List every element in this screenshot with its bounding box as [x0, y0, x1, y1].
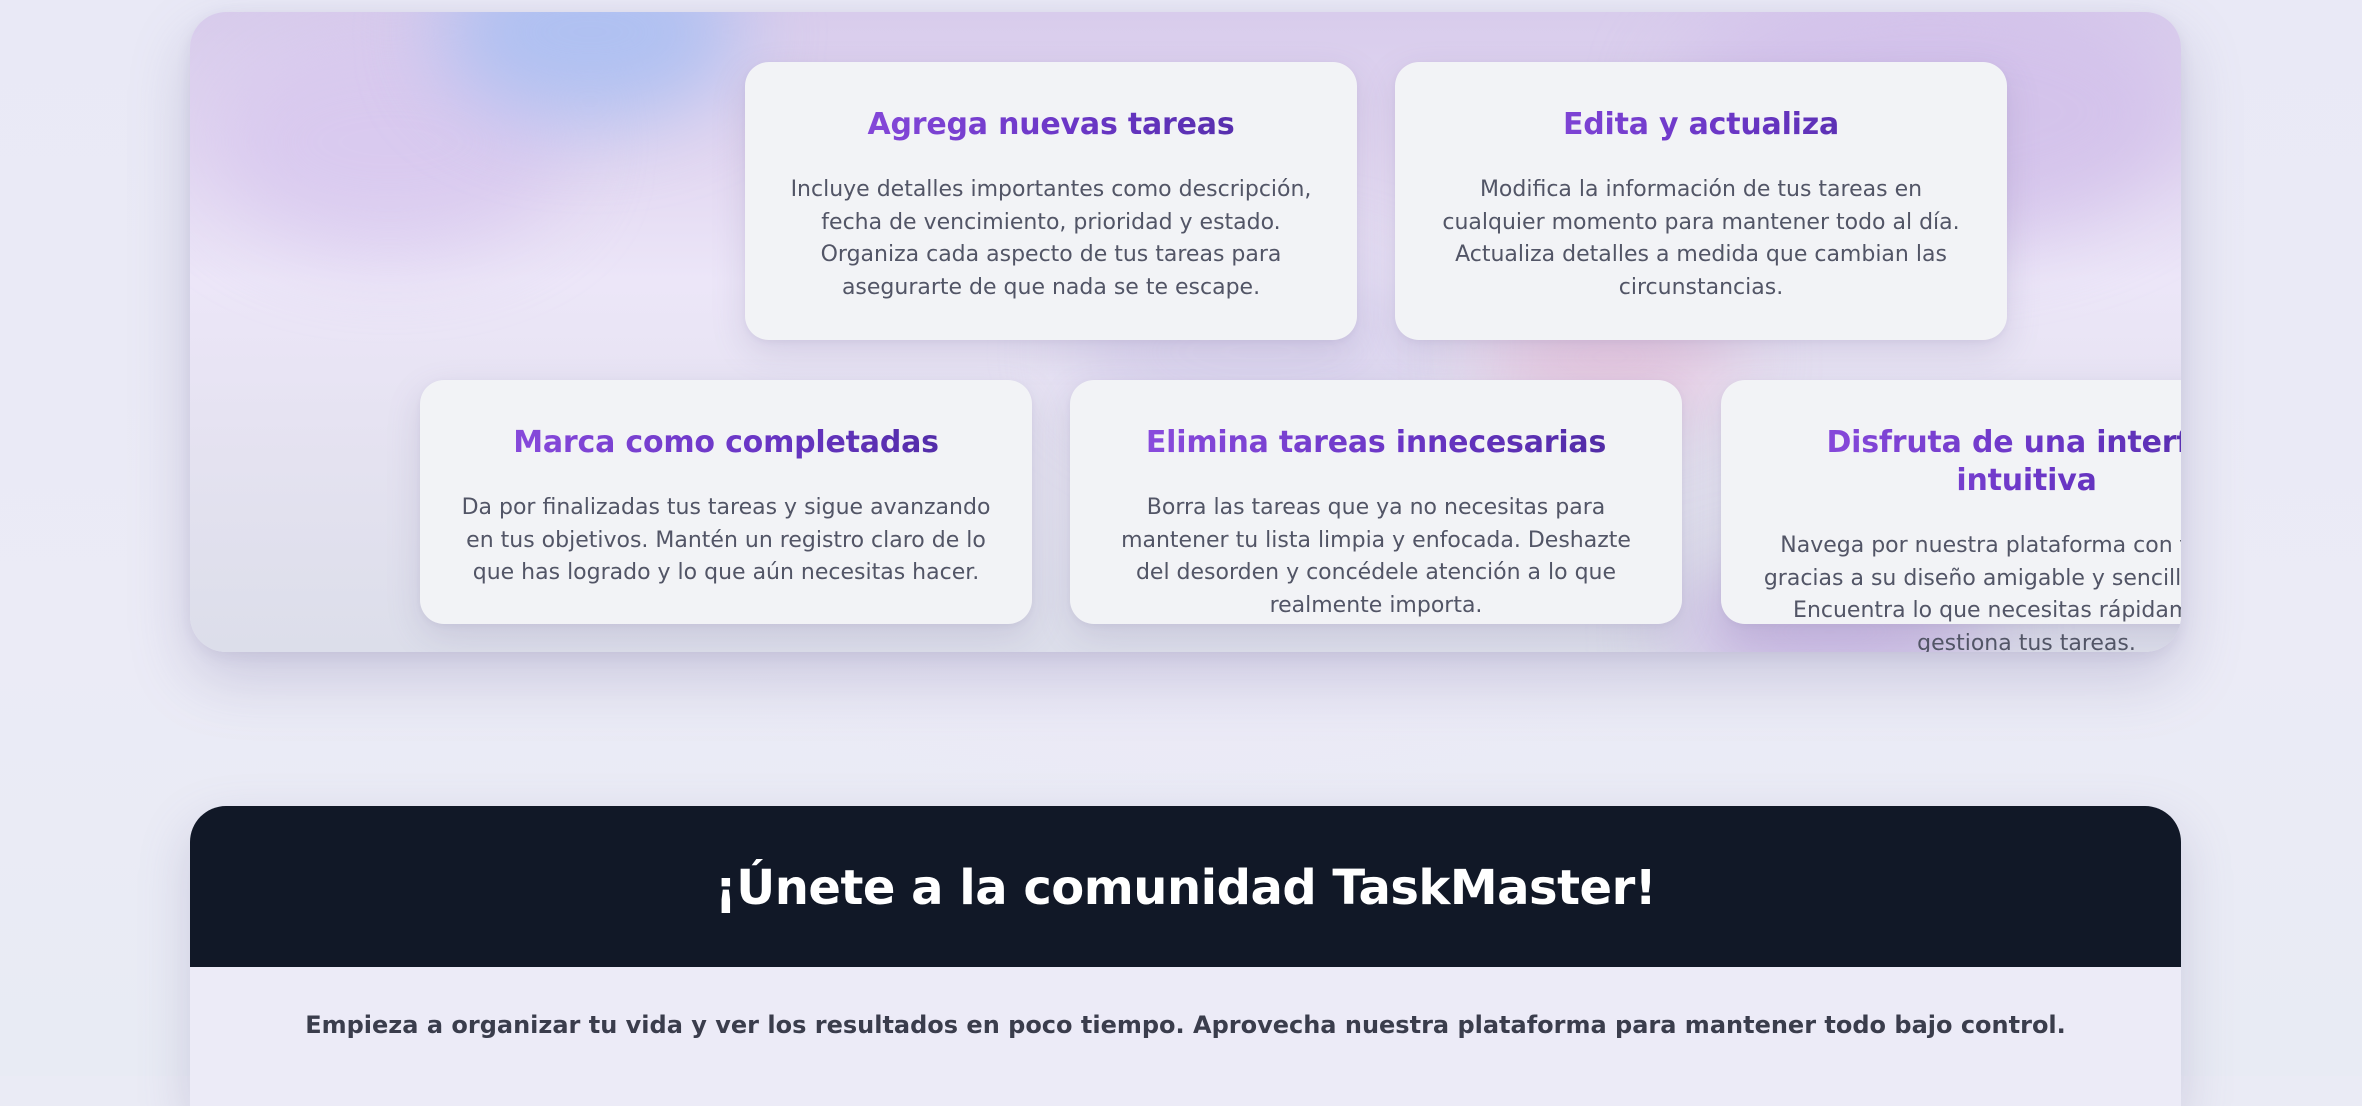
community-body: Empieza a organizar tu vida y ver los re… — [190, 967, 2181, 1106]
feature-card-complete-tasks: Marca como completadas Da por finalizada… — [420, 380, 1032, 624]
community-banner: ¡Únete a la comunidad TaskMaster! Empiez… — [190, 806, 2181, 1106]
feature-card-description: Navega por nuestra plataforma con facili… — [1763, 533, 2181, 652]
feature-card-delete-tasks: Elimina tareas innecesarias Borra las ta… — [1070, 380, 1682, 624]
feature-card-title: Agrega nuevas tareas — [781, 106, 1321, 144]
decorative-glow — [440, 12, 740, 122]
feature-card-description: Da por finalizadas tus tareas y sigue av… — [461, 495, 991, 585]
feature-card-title: Marca como completadas — [456, 424, 996, 462]
feature-card-description: Borra las tareas que ya no necesitas par… — [1121, 495, 1631, 618]
decorative-glow — [210, 32, 570, 252]
feature-card-description: Incluye detalles importantes como descri… — [790, 177, 1312, 300]
community-header: ¡Únete a la comunidad TaskMaster! — [190, 806, 2181, 967]
feature-card-edit-tasks: Edita y actualiza Modifica la informació… — [1395, 62, 2007, 340]
feature-card-title: Disfruta de una interfaz intuitiva — [1757, 424, 2181, 500]
feature-card-description: Modifica la información de tus tareas en… — [1442, 177, 1960, 300]
feature-card-title: Edita y actualiza — [1431, 106, 1971, 144]
community-description: Empieza a organizar tu vida y ver los re… — [305, 1011, 2066, 1039]
feature-card-title: Elimina tareas innecesarias — [1106, 424, 1646, 462]
feature-card-add-tasks: Agrega nuevas tareas Incluye detalles im… — [745, 62, 1357, 340]
community-title: ¡Únete a la comunidad TaskMaster! — [714, 859, 1657, 916]
features-panel: Agrega nuevas tareas Incluye detalles im… — [190, 12, 2181, 652]
feature-card-intuitive-interface: Disfruta de una interfaz intuitiva Naveg… — [1721, 380, 2181, 652]
